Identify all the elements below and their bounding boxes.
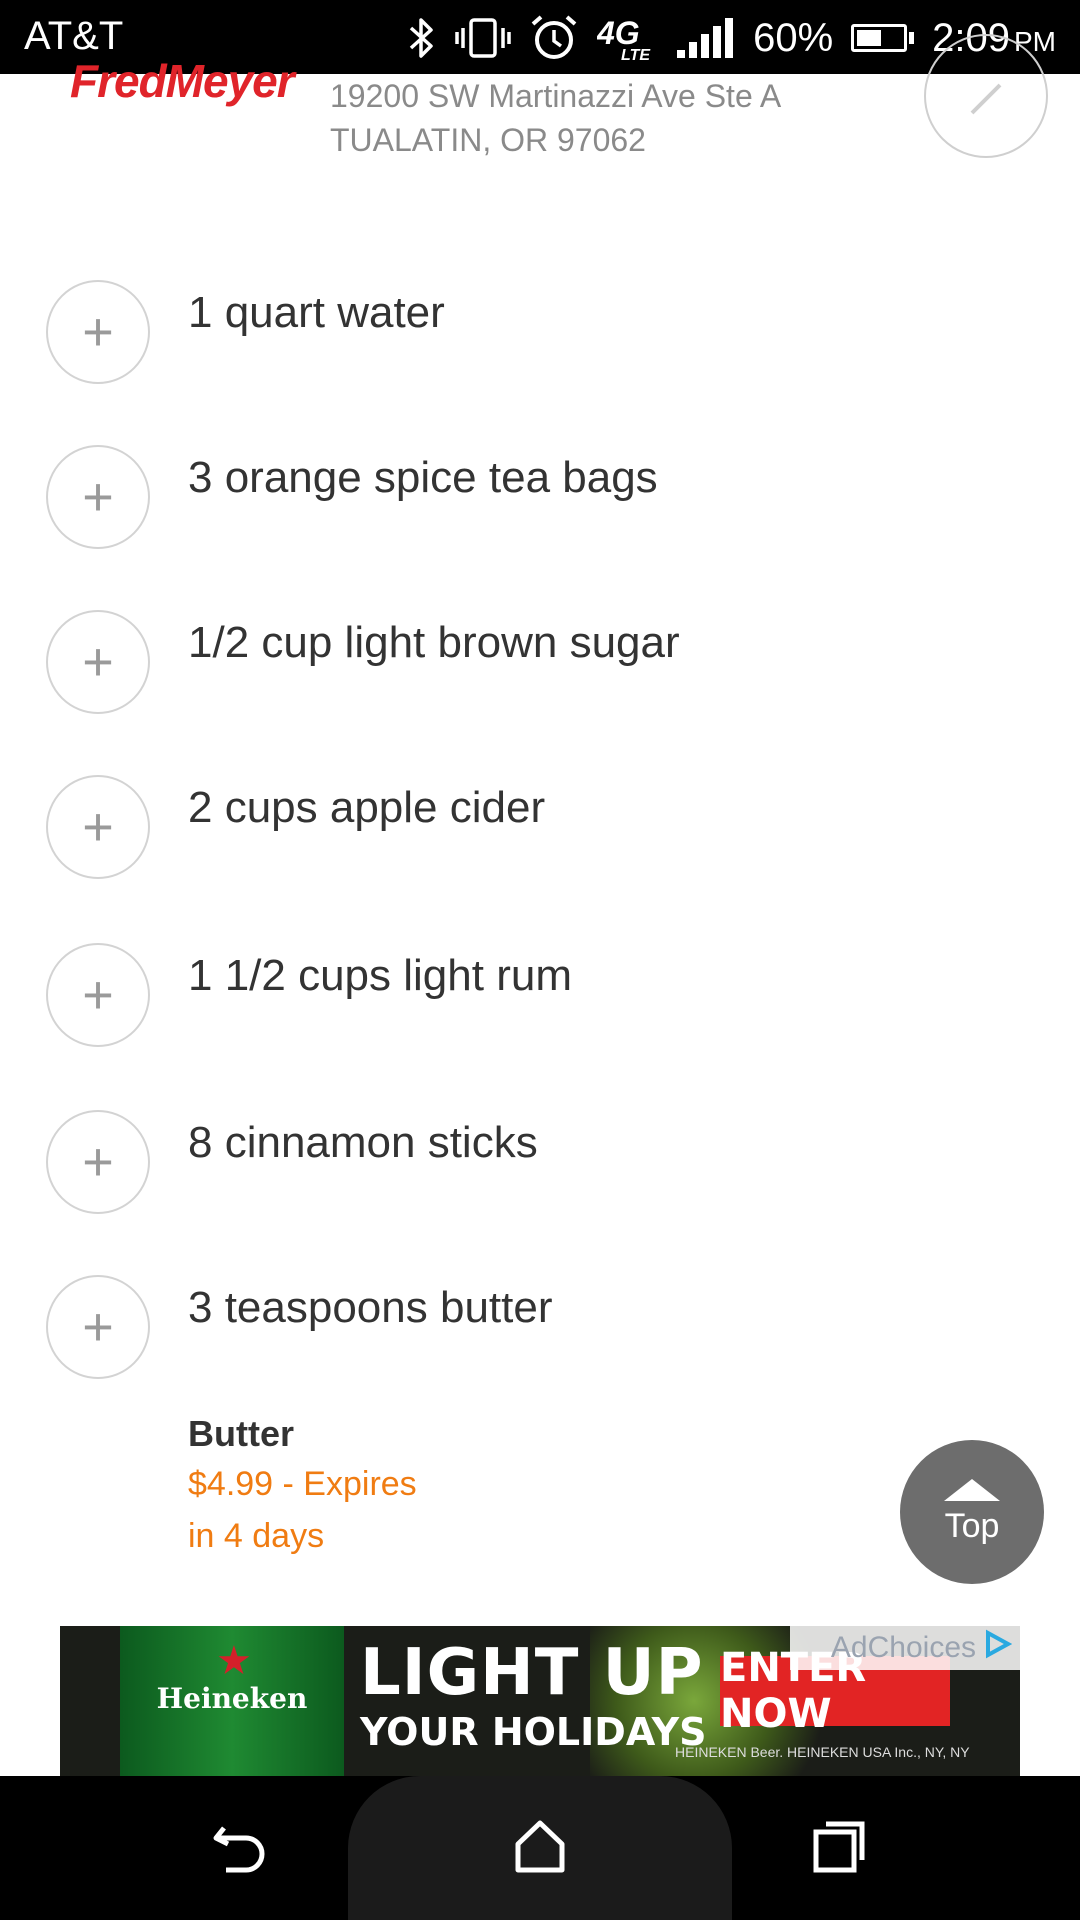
deal-title: Butter xyxy=(188,1413,294,1454)
store-address: 19200 SW Martinazzi Ave Ste A TUALATIN, … xyxy=(330,74,781,162)
home-button[interactable] xyxy=(460,1776,620,1920)
ad-banner[interactable]: ★ Heineken LIGHT UP YOUR HOLIDAYS ENTER … xyxy=(60,1626,1020,1776)
ingredient-item: + 1 1/2 cups light rum xyxy=(0,943,1080,1047)
vibrate-icon xyxy=(455,16,511,60)
deal-card[interactable]: Butter $4.99 - Expires in 4 days xyxy=(188,1410,468,1562)
beer-bottle-image: ★ Heineken xyxy=(120,1626,344,1776)
ad-choices-link[interactable]: AdChoices xyxy=(790,1626,1020,1670)
ad-headline: LIGHT UP xyxy=(360,1636,704,1710)
ingredient-item: + 2 cups apple cider xyxy=(0,775,1080,879)
ad-subline: YOUR HOLIDAYS xyxy=(360,1710,707,1754)
store-address-line1: 19200 SW Martinazzi Ave Ste A xyxy=(330,78,782,114)
add-ingredient-button[interactable]: + xyxy=(46,445,150,549)
home-icon xyxy=(512,1818,568,1879)
svg-text:4G: 4G xyxy=(597,15,640,51)
ingredient-label: 1 1/2 cups light rum xyxy=(188,951,572,1000)
add-ingredient-button[interactable]: + xyxy=(46,280,150,384)
ingredient-item: + 1 quart water xyxy=(0,280,1080,384)
plus-icon: + xyxy=(82,1297,114,1357)
store-logo: FredMeyer xyxy=(70,55,295,107)
navigation-bar xyxy=(0,1776,1080,1920)
back-button[interactable] xyxy=(160,1776,320,1920)
ingredient-label: 8 cinnamon sticks xyxy=(188,1118,538,1167)
ingredient-label: 2 cups apple cider xyxy=(188,783,546,832)
ingredient-label: 1 quart water xyxy=(188,288,445,337)
ingredient-label: 3 teaspoons butter xyxy=(188,1283,553,1332)
ad-brand: Heineken xyxy=(156,1682,308,1715)
plus-icon: + xyxy=(82,467,114,527)
scroll-to-top-button[interactable]: Top xyxy=(900,1440,1044,1584)
svg-text:LTE: LTE xyxy=(621,47,651,62)
chevron-right-icon xyxy=(966,62,1006,131)
plus-icon: + xyxy=(82,797,114,857)
store-address-line2: TUALATIN, OR 97062 xyxy=(330,122,646,158)
add-ingredient-button[interactable]: + xyxy=(46,943,150,1047)
ingredient-item: + 3 teaspoons butter xyxy=(0,1275,1080,1379)
plus-icon: + xyxy=(82,302,114,362)
carrier-label: AT&T xyxy=(24,14,124,58)
ingredient-label: 3 orange spice tea bags xyxy=(188,453,658,502)
ingredient-item: + 1/2 cup light brown sugar xyxy=(0,610,1080,714)
signal-icon xyxy=(677,16,735,60)
ingredient-item: + 3 orange spice tea bags xyxy=(0,445,1080,549)
add-ingredient-button[interactable]: + xyxy=(46,1275,150,1379)
add-ingredient-button[interactable]: + xyxy=(46,775,150,879)
alarm-icon xyxy=(529,14,579,62)
plus-icon: + xyxy=(82,1132,114,1192)
red-star-icon: ★ xyxy=(216,1639,252,1683)
battery-percent: 60% xyxy=(753,15,834,60)
plus-icon: + xyxy=(82,632,114,692)
deal-price: $4.99 - Expires in 4 days xyxy=(188,1465,417,1555)
ad-fine-print: HEINEKEN Beer. HEINEKEN USA Inc., NY, NY xyxy=(675,1744,970,1760)
battery-icon xyxy=(851,24,915,52)
ingredient-item: + 8 cinnamon sticks xyxy=(0,1110,1080,1214)
lte-icon: 4G LTE xyxy=(597,14,659,62)
arrow-up-icon xyxy=(944,1478,1000,1501)
plus-icon: + xyxy=(82,965,114,1025)
recents-icon xyxy=(812,1818,868,1879)
store-header: FredMeyer 19200 SW Martinazzi Ave Ste A … xyxy=(0,34,1080,184)
add-ingredient-button[interactable]: + xyxy=(46,1110,150,1214)
back-icon xyxy=(210,1818,270,1879)
recents-button[interactable] xyxy=(760,1776,920,1920)
store-details-button[interactable] xyxy=(924,34,1048,158)
scroll-to-top-label: Top xyxy=(944,1506,1000,1545)
bluetooth-icon xyxy=(407,16,437,60)
ingredient-label: 1/2 cup light brown sugar xyxy=(188,618,680,667)
ad-choices-icon xyxy=(982,1629,1013,1667)
add-ingredient-button[interactable]: + xyxy=(46,610,150,714)
